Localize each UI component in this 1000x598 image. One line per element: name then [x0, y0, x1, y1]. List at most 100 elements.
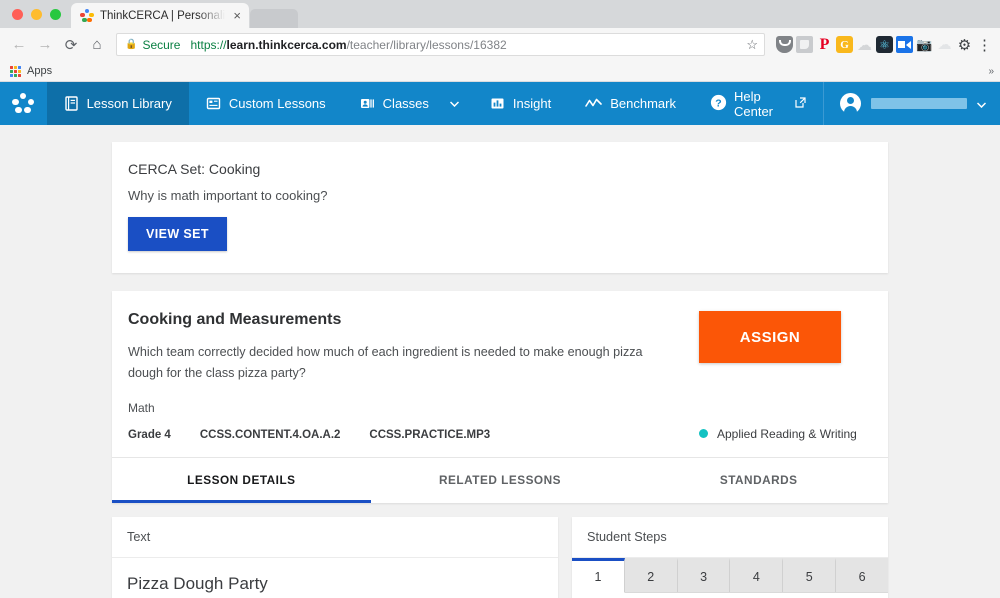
user-dropdown-caret-icon[interactable]	[976, 96, 987, 111]
layout-icon	[206, 96, 221, 111]
app-navbar: Lesson Library Custom Lessons Classes In…	[0, 82, 1000, 125]
user-name-redacted	[871, 98, 967, 109]
window-controls	[8, 0, 71, 28]
nav-label-custom-lessons: Custom Lessons	[228, 96, 326, 111]
step-tab-3[interactable]: 3	[677, 557, 731, 592]
forward-icon[interactable]: →	[33, 33, 57, 57]
detail-panels: Text Pizza Dough Party By Ashley Kersey …	[112, 516, 888, 598]
app-viewport: Lesson Library Custom Lessons Classes In…	[0, 82, 1000, 598]
cerca-set-card: CERCA Set: Cooking Why is math important…	[112, 142, 888, 273]
text-panel-body: Pizza Dough Party By Ashley Kersey Every…	[112, 558, 558, 598]
overflow-menu-icon[interactable]: ⋮	[976, 36, 993, 54]
nav-item-classes[interactable]: Classes	[343, 82, 446, 125]
text-panel: Text Pizza Dough Party By Ashley Kersey …	[112, 516, 558, 598]
faded-extension-icon[interactable]: ☁	[936, 36, 953, 53]
lesson-tag-grade: Grade 4	[128, 428, 171, 441]
steps-panel-header: Student Steps	[572, 517, 888, 558]
url-host: learn.thinkcerca.com	[226, 37, 347, 52]
category-label: Applied Reading & Writing	[717, 426, 857, 441]
maximize-window-button[interactable]	[50, 8, 61, 20]
url-scheme: https://	[190, 37, 227, 52]
nav-item-benchmark[interactable]: Benchmark	[568, 82, 693, 125]
grammarly-extension-icon[interactable]	[836, 36, 853, 53]
step-tab-6[interactable]: 6	[836, 557, 888, 592]
step-tabs: 1 2 3 4 5 6	[572, 557, 888, 593]
bookmarks-bar: Apps »	[0, 61, 1000, 82]
screenshot-extension-icon[interactable]: 📷	[916, 36, 933, 53]
step-tab-2[interactable]: 2	[624, 557, 678, 592]
step-tab-4[interactable]: 4	[730, 557, 784, 592]
lesson-actions: ASSIGN Applied Reading & Writing	[699, 311, 872, 441]
thinkcerca-dots-favicon	[80, 8, 94, 23]
browser-window: ThinkCERCA | Personalized Lit × ← → ⟳ ⌂ …	[0, 0, 1000, 598]
lesson-title: Cooking and Measurements	[128, 311, 342, 328]
pinterest-extension-icon[interactable]: P	[816, 36, 833, 53]
step-content: Connect Short Answer Write a brief respo…	[572, 593, 888, 598]
nav-item-custom-lessons[interactable]: Custom Lessons	[189, 82, 343, 125]
cerca-set-subtitle: Why is math important to cooking?	[128, 188, 328, 203]
apps-bookmark-label[interactable]: Apps	[27, 65, 52, 77]
browser-toolbar: ← → ⟳ ⌂ 🔒 Secure https://learn.thinkcerc…	[0, 28, 1000, 61]
secure-label: Secure	[142, 37, 181, 52]
document-title: Pizza Dough Party	[127, 573, 268, 593]
nav-label-lesson-library: Lesson Library	[86, 96, 172, 111]
svg-text:?: ?	[715, 97, 721, 109]
browser-tab[interactable]: ThinkCERCA | Personalized Lit ×	[71, 3, 249, 28]
external-link-icon	[795, 96, 806, 111]
nav-item-help-center[interactable]: ? Help Center	[693, 82, 823, 125]
lock-icon: 🔒	[125, 39, 138, 50]
nav-label-insight: Insight	[512, 96, 552, 111]
gear-icon[interactable]: ⚙	[956, 36, 973, 54]
nav-item-lesson-library[interactable]: Lesson Library	[46, 82, 189, 125]
tab-standards[interactable]: STANDARDS	[629, 458, 888, 503]
back-icon[interactable]: ←	[7, 33, 31, 57]
thinkcerca-logo[interactable]	[0, 82, 47, 125]
category-dot-icon	[699, 429, 708, 439]
bookmarks-overflow-icon[interactable]: »	[988, 66, 994, 77]
nav-label-benchmark: Benchmark	[610, 96, 676, 111]
home-icon[interactable]: ⌂	[85, 33, 109, 57]
tab-title: ThinkCERCA | Personalized Lit	[100, 9, 226, 22]
tab-strip: ThinkCERCA | Personalized Lit ×	[0, 0, 1000, 28]
lesson-subject: Math	[128, 400, 155, 415]
nav-label-classes: Classes	[382, 96, 429, 111]
video-capture-extension-icon[interactable]	[896, 36, 913, 53]
bookmark-star-icon[interactable]: ☆	[746, 37, 758, 53]
note-extension-icon[interactable]	[796, 36, 813, 53]
help-center-label: Help Center	[733, 88, 774, 119]
lesson-header: Cooking and Measurements Which team corr…	[112, 291, 888, 457]
trend-line-icon	[585, 97, 603, 110]
view-set-button[interactable]: VIEW SET	[128, 217, 227, 251]
tab-related-lessons[interactable]: RELATED LESSONS	[371, 458, 630, 503]
lesson-card: Cooking and Measurements Which team corr…	[112, 291, 888, 503]
reload-icon[interactable]: ⟳	[59, 33, 83, 57]
tab-lesson-details[interactable]: LESSON DETAILS	[112, 458, 371, 503]
nav-item-insight[interactable]: Insight	[473, 82, 568, 125]
react-devtools-extension-icon[interactable]: ⚛	[876, 36, 893, 53]
step-tab-1[interactable]: 1	[572, 557, 625, 593]
step-tab-5[interactable]: 5	[783, 557, 837, 592]
lesson-description: Which team correctly decided how much of…	[128, 345, 643, 380]
extensions-tray: P ☁ ⚛ 📷 ☁ ⚙ ⋮	[772, 36, 993, 54]
question-circle-icon: ?	[710, 94, 727, 114]
user-menu[interactable]	[823, 82, 1000, 125]
text-panel-header: Text	[112, 517, 558, 558]
close-icon[interactable]: ×	[231, 7, 243, 24]
url-path: /teacher/library/lessons/16382	[346, 37, 507, 52]
assign-button[interactable]: ASSIGN	[699, 311, 841, 363]
pocket-extension-icon[interactable]	[776, 36, 793, 53]
address-bar[interactable]: 🔒 Secure https://learn.thinkcerca.com/te…	[116, 33, 765, 56]
logo-dots-icon	[12, 93, 35, 114]
apps-grid-icon	[10, 65, 21, 77]
minimize-window-button[interactable]	[31, 8, 42, 20]
user-avatar-icon	[840, 93, 861, 114]
cloud-extension-icon[interactable]: ☁	[856, 36, 873, 54]
cerca-set-title: CERCA Set: Cooking	[128, 161, 261, 177]
lesson-tag-content-standard: CCSS.CONTENT.4.OA.A.2	[199, 428, 341, 441]
close-window-button[interactable]	[12, 8, 23, 20]
lesson-info: Cooking and Measurements Which team corr…	[128, 311, 699, 441]
lesson-category: Applied Reading & Writing	[699, 427, 857, 441]
page-content: CERCA Set: Cooking Why is math important…	[0, 125, 1000, 598]
classes-dropdown-caret-icon[interactable]	[446, 82, 473, 125]
new-tab-placeholder[interactable]	[250, 9, 298, 28]
